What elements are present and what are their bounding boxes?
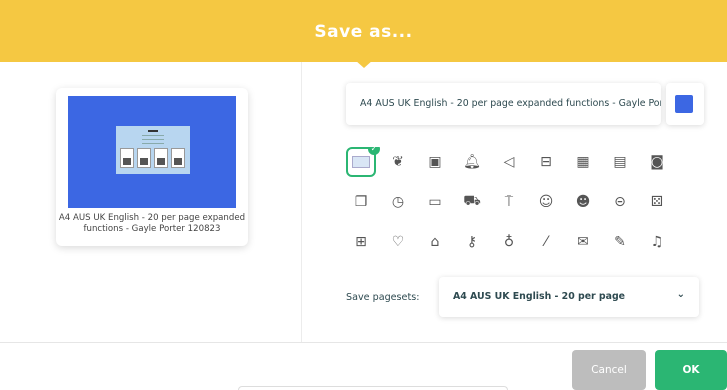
preview-thumbnail bbox=[68, 96, 236, 208]
save-pagesets-label: Save pagesets: bbox=[346, 292, 420, 303]
thumbnail-line bbox=[142, 143, 164, 144]
thumbnail-line bbox=[142, 135, 164, 136]
pageset-name-input[interactable]: A4 AUS UK English - 20 per page expanded… bbox=[346, 83, 661, 125]
preview-caption: A4 AUS UK English - 20 per page expanded… bbox=[58, 213, 246, 234]
footer-divider bbox=[0, 342, 727, 343]
cancel-button[interactable]: Cancel bbox=[572, 350, 646, 390]
megaphone-icon[interactable]: ◁ bbox=[494, 147, 524, 177]
dialog-title: Save as... bbox=[314, 22, 413, 42]
ok-button[interactable]: OK bbox=[655, 350, 727, 390]
chevron-down-icon: ⌄ bbox=[676, 289, 685, 300]
heart-icon[interactable]: ♡ bbox=[383, 227, 413, 257]
dice-icon[interactable]: ⚄ bbox=[642, 187, 672, 217]
camera-box-icon[interactable]: ▣ bbox=[420, 147, 450, 177]
check-icon: ✓ bbox=[368, 147, 380, 155]
thumbnail-cell bbox=[171, 148, 185, 168]
thumbnail-cell bbox=[137, 148, 151, 168]
pageset-dropdown[interactable]: A4 AUS UK English - 20 per page ⌄ bbox=[439, 277, 699, 317]
feather-icon[interactable]: ❦ bbox=[383, 147, 413, 177]
camera-icon[interactable]: ◙ bbox=[642, 147, 672, 177]
calendar-icon[interactable]: ▤ bbox=[605, 147, 635, 177]
color-picker-button[interactable] bbox=[666, 83, 704, 125]
truck-icon[interactable]: ⛟ bbox=[457, 187, 487, 217]
thumbnail-line bbox=[142, 139, 164, 140]
smile-icon[interactable]: ☺ bbox=[531, 187, 561, 217]
preview-card: A4 AUS UK English - 20 per page expanded… bbox=[56, 88, 248, 246]
home-icon[interactable]: ⌂ bbox=[420, 227, 450, 257]
pageset-selected-value: A4 AUS UK English - 20 per page bbox=[453, 291, 626, 302]
icon-option-selected-thumbnail[interactable]: ✓ bbox=[346, 147, 380, 177]
clock-icon[interactable]: ◷ bbox=[383, 187, 413, 217]
grin-icon[interactable]: ☻ bbox=[568, 187, 598, 217]
magic-wand-icon[interactable]: ⁄ bbox=[531, 227, 561, 257]
preview-panel: A4 AUS UK English - 20 per page expanded… bbox=[0, 62, 302, 342]
color-swatch bbox=[675, 95, 693, 113]
lightbulb-icon[interactable]: ♁ bbox=[494, 227, 524, 257]
thumbnail-mini-icon bbox=[352, 156, 370, 168]
dialog-header: Save as... bbox=[0, 0, 727, 62]
background-panel-edge bbox=[238, 386, 508, 390]
thumbnail-cell bbox=[120, 148, 134, 168]
chat-icon[interactable]: ❐ bbox=[346, 187, 376, 217]
key-icon[interactable]: ⚷ bbox=[457, 227, 487, 257]
options-panel: A4 AUS UK English - 20 per page expanded… bbox=[303, 62, 727, 342]
pen-icon[interactable]: ✎ bbox=[605, 227, 635, 257]
gamepad-icon[interactable]: ⊝ bbox=[605, 187, 635, 217]
gift-icon[interactable]: ⊞ bbox=[346, 227, 376, 257]
mail-icon[interactable]: ✉ bbox=[568, 227, 598, 257]
save-as-dialog: Save as... A4 AUS UK English - 20 per pa… bbox=[0, 0, 727, 390]
music-icon[interactable]: ♫ bbox=[642, 227, 672, 257]
thumbnail-page bbox=[116, 126, 190, 174]
icon-picker-grid: ✓ ❦ ▣ 🔔︎ ◁ ⊟ ▦ ▤ ◙ ❐ ◷ ▭ ⛟ ⍑ ☺ ☻ ⊝ ⚄ ⊞ ♡… bbox=[346, 147, 676, 262]
signpost-icon[interactable]: ⍑ bbox=[494, 187, 524, 217]
thumbnail-cell bbox=[154, 148, 168, 168]
briefcase-icon[interactable]: ⊟ bbox=[531, 147, 561, 177]
speech-bubble-icon[interactable]: ▭ bbox=[420, 187, 450, 217]
thumbnail-header bbox=[148, 130, 158, 132]
bell-icon[interactable]: 🔔︎ bbox=[457, 147, 487, 177]
calculator-icon[interactable]: ▦ bbox=[568, 147, 598, 177]
